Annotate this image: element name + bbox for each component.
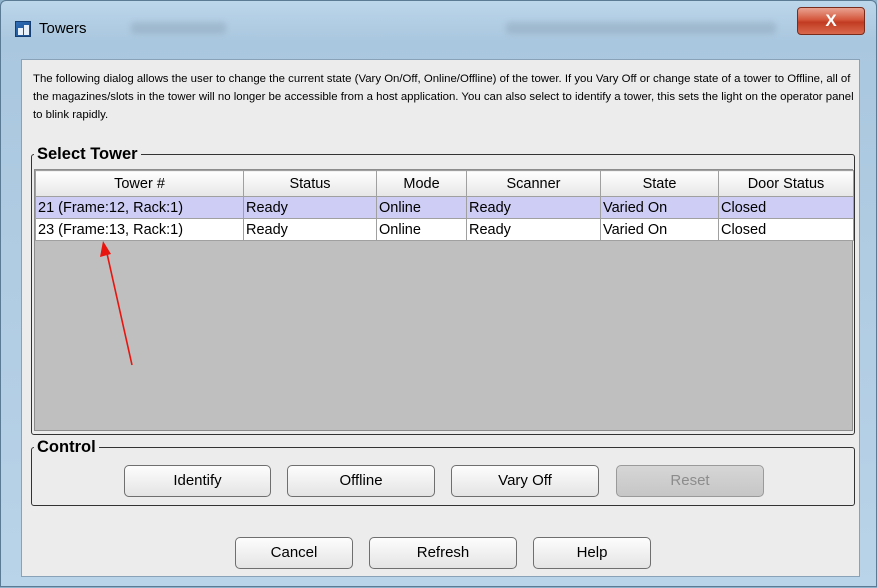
table-row[interactable]: 21 (Frame:12, Rack:1) Ready Online Ready… — [35, 196, 854, 219]
column-header-status[interactable]: Status — [243, 170, 377, 197]
blurred-background-text — [506, 22, 776, 34]
table-row[interactable]: 23 (Frame:13, Rack:1) Ready Online Ready… — [35, 218, 854, 241]
cell-status: Ready — [243, 196, 377, 219]
description-text: The following dialog allows the user to … — [33, 73, 854, 121]
table-header-row: Tower # Status Mode Scanner State Door S… — [35, 170, 854, 197]
column-header-state[interactable]: State — [600, 170, 719, 197]
vary-off-button[interactable]: Vary Off — [451, 465, 599, 497]
dialog-content: The following dialog allows the user to … — [21, 59, 860, 577]
title-bar[interactable]: Towers X — [1, 1, 877, 59]
cell-tower: 21 (Frame:12, Rack:1) — [35, 196, 244, 219]
blurred-background-text — [131, 22, 226, 34]
identify-button[interactable]: Identify — [124, 465, 271, 497]
cell-scanner: Ready — [466, 218, 601, 241]
select-tower-legend: Select Tower — [37, 145, 138, 163]
cell-state: Varied On — [600, 196, 719, 219]
column-header-door-status[interactable]: Door Status — [718, 170, 854, 197]
cell-mode: Online — [376, 196, 467, 219]
column-header-mode[interactable]: Mode — [376, 170, 467, 197]
cell-state: Varied On — [600, 218, 719, 241]
cell-scanner: Ready — [466, 196, 601, 219]
cancel-button[interactable]: Cancel — [235, 537, 353, 569]
cell-mode: Online — [376, 218, 467, 241]
tower-table: Tower # Status Mode Scanner State Door S… — [35, 170, 854, 241]
application-icon — [15, 21, 31, 37]
refresh-button[interactable]: Refresh — [369, 537, 517, 569]
help-button[interactable]: Help — [533, 537, 651, 569]
dialog-window: Towers X The following dialog allows the… — [0, 0, 877, 587]
cell-door-status: Closed — [718, 196, 854, 219]
offline-button[interactable]: Offline — [287, 465, 435, 497]
cell-tower: 23 (Frame:13, Rack:1) — [35, 218, 244, 241]
tower-table-area[interactable]: Tower # Status Mode Scanner State Door S… — [34, 169, 854, 431]
cell-status: Ready — [243, 218, 377, 241]
close-button[interactable]: X — [797, 7, 865, 35]
control-legend: Control — [37, 438, 96, 456]
cell-door-status: Closed — [718, 218, 854, 241]
close-icon: X — [825, 11, 837, 30]
column-header-tower[interactable]: Tower # — [35, 170, 244, 197]
column-header-scanner[interactable]: Scanner — [466, 170, 601, 197]
window-title: Towers — [39, 20, 87, 37]
reset-button[interactable]: Reset — [616, 465, 764, 497]
